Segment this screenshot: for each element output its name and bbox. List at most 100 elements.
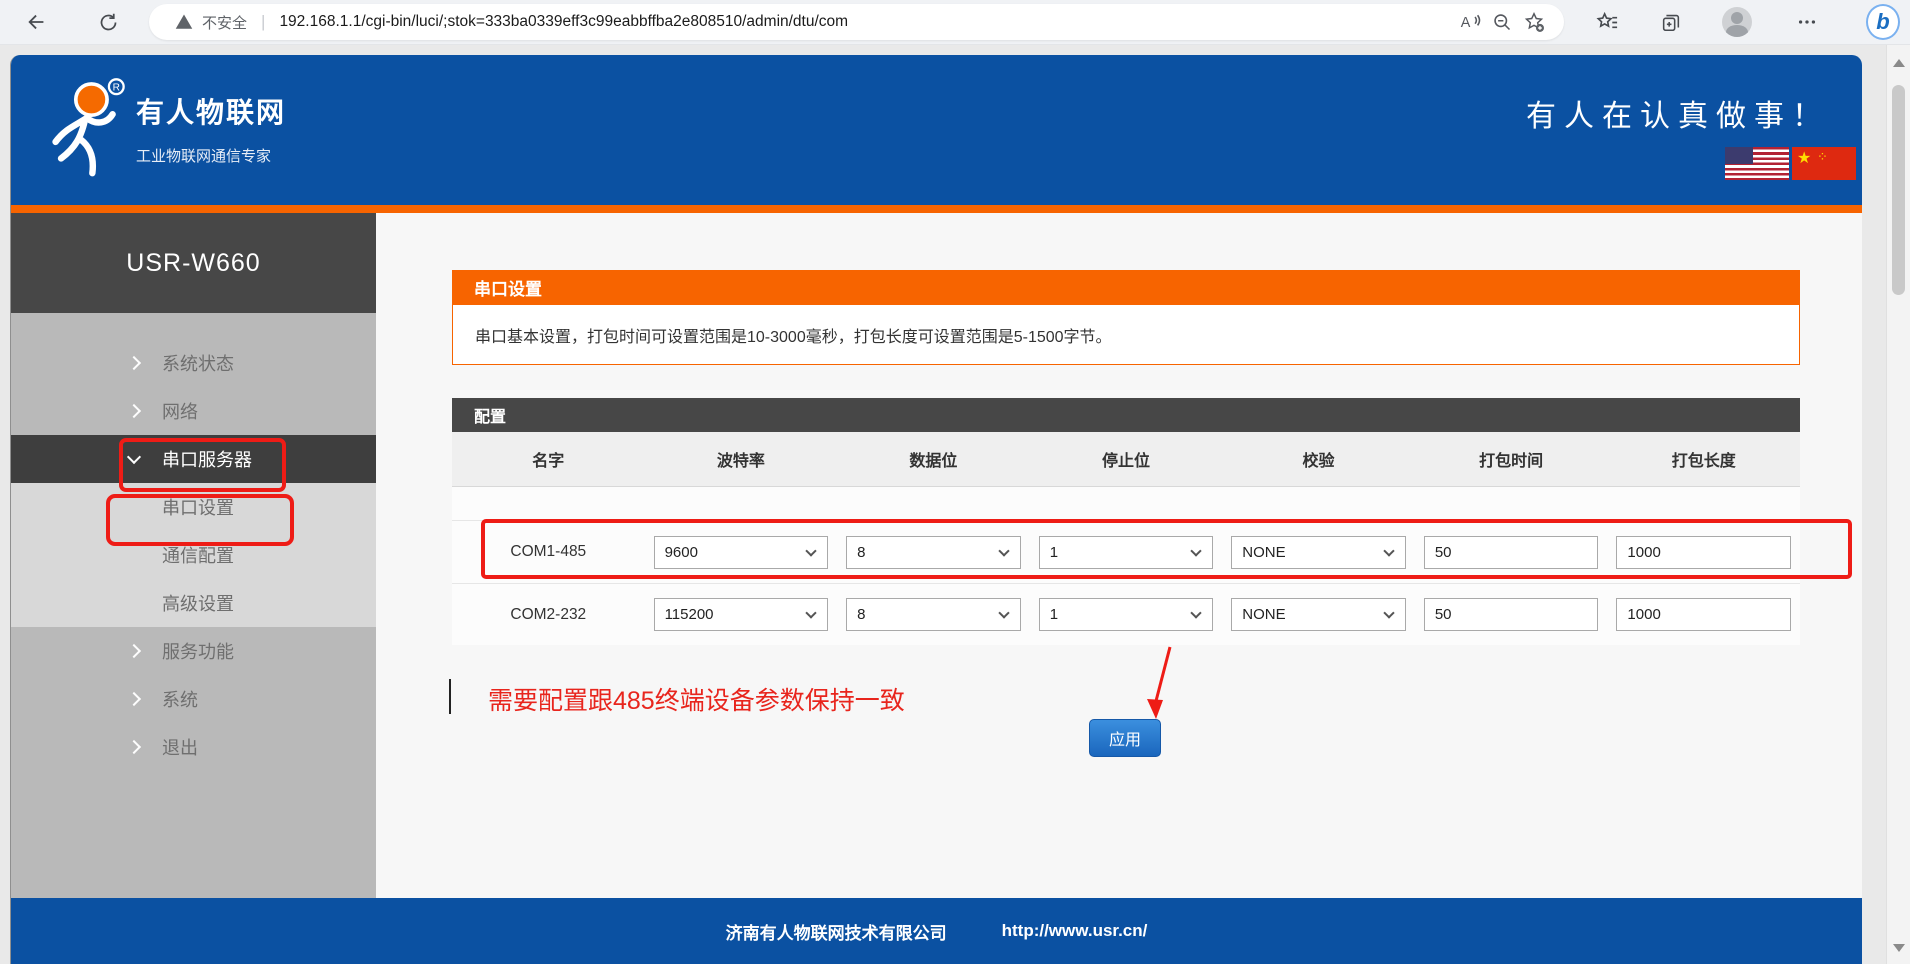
favorites-icon bbox=[1596, 11, 1619, 34]
sidebar-item-advanced-settings[interactable]: 高级设置 bbox=[11, 579, 376, 627]
add-favorite-button[interactable] bbox=[1518, 6, 1550, 38]
bing-chat-button[interactable]: b bbox=[1866, 5, 1900, 39]
packlength-input[interactable] bbox=[1616, 536, 1791, 569]
chevron-down-icon bbox=[1383, 545, 1394, 556]
stopbits-select[interactable]: 1 bbox=[1039, 536, 1214, 569]
read-aloud-icon: A bbox=[1459, 12, 1481, 32]
read-aloud-button[interactable]: A bbox=[1454, 6, 1486, 38]
zoom-out-icon bbox=[1492, 12, 1513, 33]
config-title: 配置 bbox=[474, 403, 506, 427]
col-header-databits: 数据位 bbox=[837, 447, 1030, 471]
sidebar-item-logout[interactable]: 退出 bbox=[11, 723, 376, 771]
col-header-baud: 波特率 bbox=[645, 447, 838, 471]
chinese-flag-button[interactable] bbox=[1792, 147, 1856, 180]
sidebar-item-services[interactable]: 服务功能 bbox=[11, 627, 376, 675]
section-title-bar: 串口设置 bbox=[452, 270, 1800, 305]
text-cursor bbox=[449, 679, 451, 714]
col-header-name: 名字 bbox=[452, 447, 645, 471]
packtime-input[interactable] bbox=[1424, 598, 1599, 631]
chevron-down-icon bbox=[998, 545, 1009, 556]
sidebar-menu: 系统状态 网络 串口服务器 串口设置 通信配置 高级设置 bbox=[11, 313, 376, 898]
table-spacer-row bbox=[452, 487, 1800, 521]
svg-text:R: R bbox=[113, 82, 120, 93]
scrollbar-thumb[interactable] bbox=[1892, 85, 1905, 295]
sidebar-item-network[interactable]: 网络 bbox=[11, 387, 376, 435]
collections-icon bbox=[1660, 11, 1682, 33]
chevron-down-icon bbox=[805, 545, 816, 556]
chevron-right-icon bbox=[127, 692, 141, 706]
col-header-stopbits: 停止位 bbox=[1030, 447, 1223, 471]
sidebar: USR-W660 系统状态 网络 串口服务器 串口设置 通 bbox=[11, 213, 376, 898]
not-secure-warning-icon bbox=[175, 13, 193, 31]
device-model: USR-W660 bbox=[11, 213, 376, 313]
address-bar[interactable]: 不安全 | 192.168.1.1/cgi-bin/luci/;stok=333… bbox=[149, 4, 1564, 40]
annotation-text: 需要配置跟485终端设备参数保持一致 bbox=[488, 681, 905, 717]
security-label: 不安全 bbox=[202, 12, 247, 33]
profile-avatar bbox=[1722, 7, 1752, 37]
databits-select[interactable]: 8 bbox=[846, 598, 1021, 631]
footer-company: 济南有人物联网技术有限公司 bbox=[726, 919, 947, 944]
section-title: 串口设置 bbox=[474, 275, 542, 300]
english-flag-button[interactable] bbox=[1725, 147, 1789, 180]
profile-button[interactable] bbox=[1720, 5, 1754, 39]
chevron-down-icon bbox=[1383, 607, 1394, 618]
row-name: COM1-485 bbox=[452, 543, 645, 561]
footer-website-link[interactable]: http://www.usr.cn/ bbox=[1002, 921, 1148, 941]
usr-logo: R bbox=[39, 77, 131, 181]
favorite-star-add-icon bbox=[1523, 11, 1545, 33]
apply-button[interactable]: 应用 bbox=[1089, 719, 1161, 757]
scroll-up-arrow-icon[interactable] bbox=[1893, 59, 1905, 67]
row-name: COM2-232 bbox=[452, 606, 645, 624]
section-description: 串口基本设置，打包时间可设置范围是10-3000毫秒，打包长度可设置范围是5-1… bbox=[475, 323, 1112, 347]
page-footer: 济南有人物联网技术有限公司 http://www.usr.cn/ bbox=[11, 898, 1862, 964]
sidebar-item-comm-config[interactable]: 通信配置 bbox=[11, 531, 376, 579]
parity-select[interactable]: NONE bbox=[1231, 598, 1406, 631]
col-header-parity: 校验 bbox=[1222, 447, 1415, 471]
table-header-row: 名字 波特率 数据位 停止位 校验 打包时间 打包长度 bbox=[452, 432, 1800, 487]
address-separator: | bbox=[261, 12, 265, 32]
favorites-bar-button[interactable] bbox=[1590, 5, 1624, 39]
chevron-down-icon bbox=[805, 607, 816, 618]
sidebar-item-serial-settings[interactable]: 串口设置 bbox=[11, 483, 376, 531]
baud-select[interactable]: 9600 bbox=[654, 536, 829, 569]
ellipsis-icon bbox=[1796, 11, 1818, 33]
chevron-down-icon bbox=[998, 607, 1009, 618]
packtime-input[interactable] bbox=[1424, 536, 1599, 569]
collections-button[interactable] bbox=[1654, 5, 1688, 39]
chevron-right-icon bbox=[127, 356, 141, 370]
scroll-down-arrow-icon[interactable] bbox=[1893, 944, 1905, 952]
chevron-right-icon bbox=[127, 740, 141, 754]
sidebar-item-system-status[interactable]: 系统状态 bbox=[11, 339, 376, 387]
chevron-down-icon bbox=[1191, 545, 1202, 556]
page-scrollbar[interactable] bbox=[1886, 45, 1910, 964]
brand-title: 有人物联网 bbox=[136, 91, 286, 131]
annotation-arrow-icon bbox=[1134, 643, 1178, 723]
config-title-bar: 配置 bbox=[452, 398, 1800, 432]
chevron-right-icon bbox=[127, 404, 141, 418]
chevron-down-icon bbox=[127, 450, 141, 464]
url-text: 192.168.1.1/cgi-bin/luci/;stok=333ba0339… bbox=[279, 13, 1454, 31]
svg-text:A: A bbox=[1461, 15, 1471, 31]
zoom-out-button[interactable] bbox=[1486, 6, 1518, 38]
chevron-right-icon bbox=[127, 644, 141, 658]
header-slogan: 有人在认真做事！ bbox=[1526, 91, 1830, 135]
stopbits-select[interactable]: 1 bbox=[1039, 598, 1214, 631]
col-header-packlength: 打包长度 bbox=[1607, 447, 1800, 471]
packlength-input[interactable] bbox=[1616, 598, 1791, 631]
baud-select[interactable]: 115200 bbox=[654, 598, 829, 631]
back-arrow-icon bbox=[26, 11, 48, 33]
brand-tagline: 工业物联网通信专家 bbox=[136, 145, 286, 166]
sidebar-item-system[interactable]: 系统 bbox=[11, 675, 376, 723]
table-row-com1: COM1-485 9600 8 1 NONE bbox=[452, 521, 1800, 583]
refresh-button[interactable] bbox=[91, 5, 125, 39]
refresh-icon bbox=[98, 12, 119, 33]
settings-menu-button[interactable] bbox=[1790, 5, 1824, 39]
main-content: 串口设置 串口基本设置，打包时间可设置范围是10-3000毫秒，打包长度可设置范… bbox=[376, 213, 1862, 898]
back-button[interactable] bbox=[20, 5, 54, 39]
parity-select[interactable]: NONE bbox=[1231, 536, 1406, 569]
sidebar-item-serial-server[interactable]: 串口服务器 bbox=[11, 435, 376, 483]
databits-select[interactable]: 8 bbox=[846, 536, 1021, 569]
col-header-packtime: 打包时间 bbox=[1415, 447, 1608, 471]
orange-stripe bbox=[11, 205, 1862, 213]
table-row-com2: COM2-232 115200 8 1 NONE bbox=[452, 583, 1800, 645]
